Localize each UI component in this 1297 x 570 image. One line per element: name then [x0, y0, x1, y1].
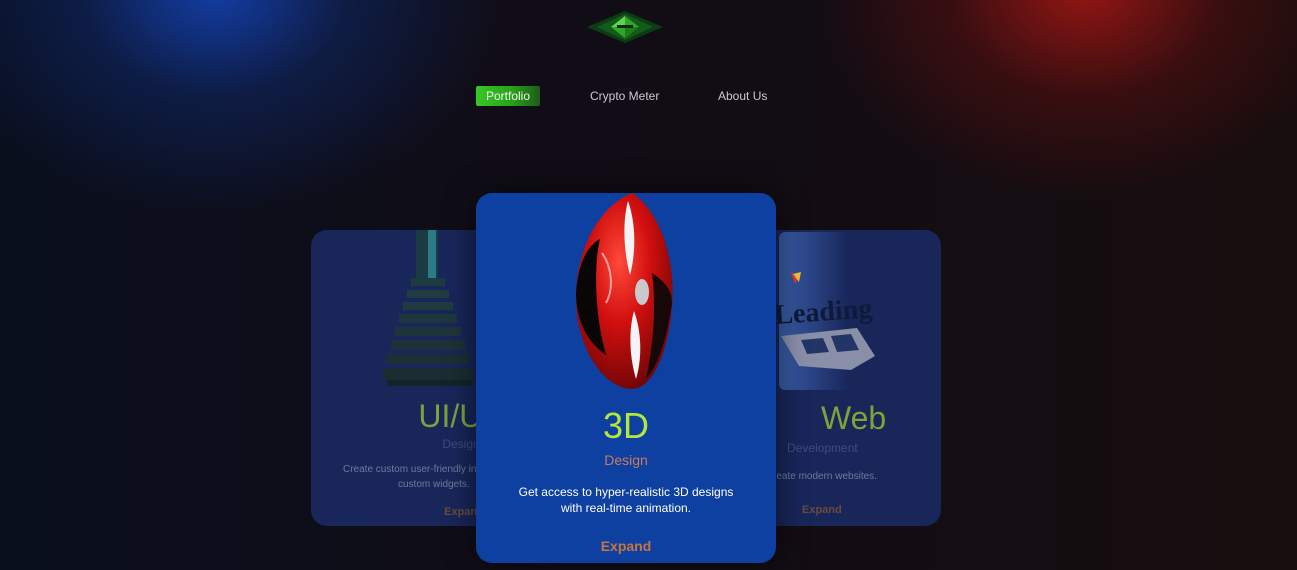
- card-3d[interactable]: 3D Design Get access to hyper-realistic …: [476, 193, 776, 563]
- stacked-tower-3d-icon: [383, 230, 473, 386]
- main-navigation: Portfolio Crypto Meter About Us: [0, 86, 1297, 108]
- leading-web-poster-icon: Leading: [773, 232, 875, 390]
- card-description: reate modern websites.: [773, 471, 877, 482]
- card-description: Get access to hyper-realistic 3D designs…: [506, 484, 746, 516]
- card-description-line1: Get access to hyper-realistic 3D designs: [518, 485, 734, 499]
- green-diamond-logo-icon[interactable]: [587, 11, 663, 43]
- expand-button[interactable]: Expand: [476, 538, 776, 554]
- red-3d-shield-icon: [575, 193, 673, 389]
- expand-button[interactable]: Expand: [802, 504, 842, 516]
- svg-text:Leading: Leading: [773, 293, 873, 331]
- card-subtitle: Design: [604, 452, 648, 468]
- nav-about-us[interactable]: About Us: [718, 86, 767, 106]
- card-description-line2: with real-time animation.: [560, 501, 692, 515]
- nav-crypto-meter[interactable]: Crypto Meter: [590, 86, 659, 106]
- card-title: 3D: [602, 405, 650, 446]
- nav-portfolio[interactable]: Portfolio: [476, 86, 541, 106]
